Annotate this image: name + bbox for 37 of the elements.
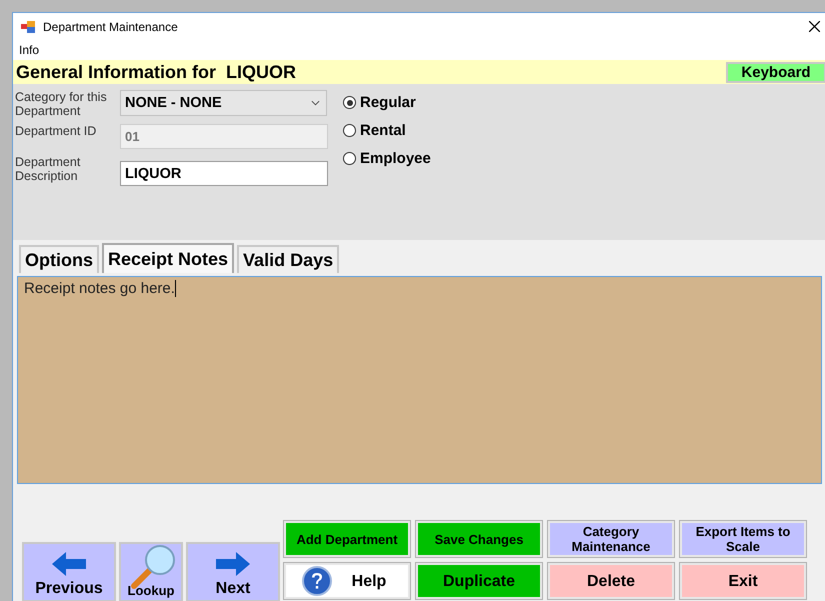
notes-text: Receipt notes go here. — [24, 280, 175, 297]
action-button[interactable]: Help — [283, 562, 411, 600]
tab[interactable]: Receipt Notes — [102, 243, 234, 273]
menu-item[interactable]: Info — [17, 43, 42, 57]
right-arrow-icon — [216, 552, 250, 576]
help-icon — [302, 566, 332, 596]
field-label: Category for this Department — [15, 90, 108, 118]
text-field[interactable]: LIQUOR — [120, 161, 328, 186]
action-button[interactable]: Save Changes — [415, 520, 543, 558]
radio-option[interactable]: Rental — [343, 122, 431, 139]
radio-button[interactable] — [343, 152, 356, 165]
tab[interactable]: Valid Days — [237, 245, 340, 273]
nav-button[interactable]: Previous — [22, 542, 116, 601]
nav-button[interactable]: Lookup — [119, 542, 183, 601]
keyboard-button[interactable]: Keyboard — [726, 62, 825, 82]
radio-option[interactable]: Regular — [343, 94, 431, 111]
action-button[interactable]: Category Maintenance — [547, 520, 675, 558]
action-button[interactable]: Add Department — [283, 520, 411, 558]
close-icon — [808, 21, 820, 32]
left-arrow-icon — [52, 552, 86, 576]
header-title: General Information for LIQUOR — [16, 62, 296, 82]
action-button[interactable]: Export Items to Scale — [679, 520, 807, 558]
radio-option[interactable]: Employee — [343, 150, 431, 167]
action-button[interactable]: Exit — [679, 562, 807, 600]
chevron-icon — [311, 100, 320, 106]
field-label: Department ID — [15, 124, 98, 138]
app-icon — [21, 20, 35, 32]
tab[interactable]: Options — [19, 245, 99, 273]
nav-button[interactable]: Next — [186, 542, 280, 601]
category-dropdown[interactable]: NONE - NONE — [120, 90, 327, 116]
action-button[interactable]: Duplicate — [415, 562, 543, 600]
radio-button[interactable] — [343, 124, 356, 137]
action-button[interactable]: Delete — [547, 562, 675, 600]
radio-button[interactable] — [343, 96, 356, 109]
window-title: Department Maintenance — [43, 20, 178, 34]
notes-area[interactable]: Receipt notes go here. — [17, 276, 822, 484]
field-label: Department Description — [15, 155, 82, 183]
